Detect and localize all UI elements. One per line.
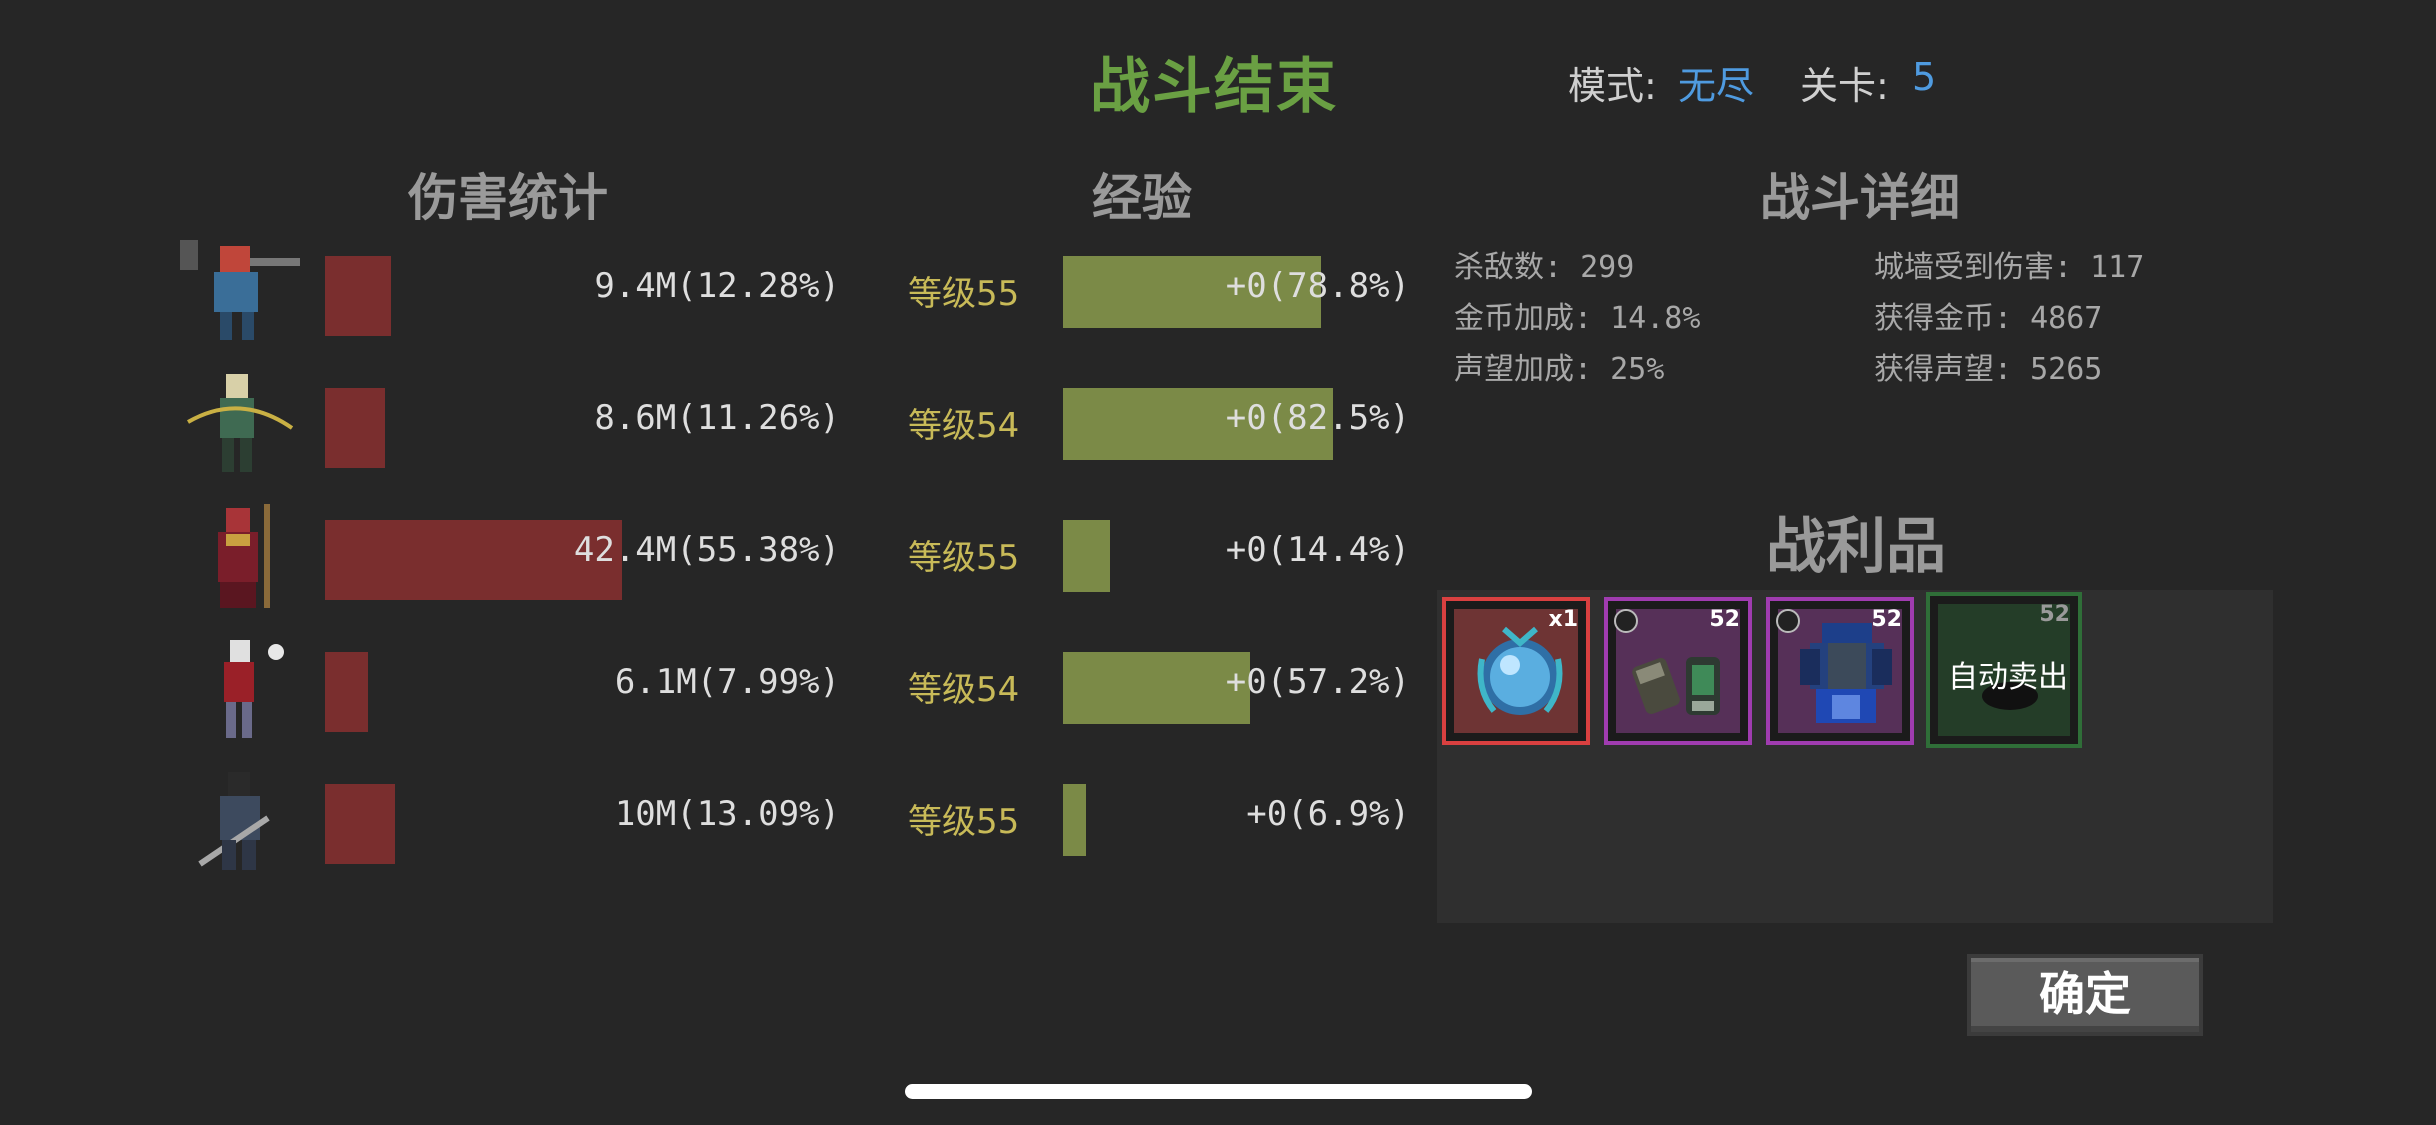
fame-bonus-stat: 声望加成: 25%	[1454, 352, 1665, 387]
xp-value: +0(78.8%)	[1225, 266, 1410, 306]
xp-value: +0(57.2%)	[1225, 662, 1410, 702]
xp-heading: 经验	[1092, 169, 1192, 227]
damage-value: 8.6M(11.26%)	[594, 398, 840, 438]
hero-level: 等级55	[908, 802, 1020, 842]
gold-bonus-stat: 金币加成: 14.8%	[1454, 301, 1701, 336]
damage-value: 6.1M(7.99%)	[614, 662, 840, 702]
hero-level: 等级54	[908, 406, 1020, 446]
auto-sell-label: 自动卖出	[1948, 660, 2068, 695]
stage-label: 关卡:	[1800, 64, 1889, 108]
hero-level: 等级55	[908, 538, 1020, 578]
confirm-button[interactable]: 确定	[1967, 954, 2203, 1036]
xp-value: +0(14.4%)	[1225, 530, 1410, 570]
loot-slot-4[interactable]: 52 自动卖出	[1926, 592, 2082, 748]
mode-label: 模式:	[1568, 64, 1657, 108]
elf-archer-icon	[187, 374, 294, 472]
gold-gained-stat: 获得金币: 4867	[1874, 301, 2103, 336]
damage-bar	[325, 256, 391, 336]
loot-slot-1[interactable]: x1	[1442, 597, 1590, 745]
xp-bar	[1063, 520, 1110, 592]
vampire-icon	[224, 640, 284, 738]
loot-slot-3[interactable]: 52	[1766, 597, 1914, 745]
xp-value: +0(6.9%)	[1246, 794, 1410, 834]
loot-slot-3-count: 52	[1871, 607, 1902, 632]
wall-damage-stat: 城墙受到伤害: 117	[1874, 250, 2145, 285]
hero-row: 9.4M(12.28%) 等级55 +0(78.8%)	[0, 240, 1450, 344]
damage-stats-heading: 伤害统计	[408, 169, 608, 227]
home-indicator[interactable]	[905, 1084, 1532, 1099]
loot-slot-1-count: x1	[1548, 607, 1579, 632]
fame-gained-stat: 获得声望: 5265	[1874, 352, 2103, 387]
xp-bar	[1063, 784, 1086, 856]
loot-slot-2-count: 52	[1709, 607, 1740, 632]
damage-bar	[325, 388, 385, 468]
hero-row: 8.6M(11.26%) 等级54 +0(82.5%)	[0, 374, 1450, 476]
mode-value: 无尽	[1678, 64, 1755, 108]
page-title: 战斗结束	[1090, 52, 1338, 122]
hero-level: 等级55	[908, 274, 1020, 314]
stage-value: 5	[1912, 55, 1937, 99]
hero-row: 42.4M(55.38%) 等级55 +0(14.4%)	[0, 504, 1450, 608]
blue-armor-icon	[1800, 623, 1892, 723]
swordsman-icon	[198, 772, 270, 870]
gunner-dwarf-icon	[180, 240, 300, 340]
damage-bar	[325, 784, 395, 864]
mage-staff-icon	[218, 504, 270, 608]
damage-value: 9.4M(12.28%)	[594, 266, 840, 306]
hero-level: 等级54	[908, 670, 1020, 710]
battle-details-heading: 战斗详细	[1760, 169, 1960, 227]
xp-value: +0(82.5%)	[1225, 398, 1410, 438]
damage-value: 42.4M(55.38%)	[573, 530, 840, 570]
loot-slot-2[interactable]: 52	[1604, 597, 1752, 745]
damage-value: 10M(13.09%)	[614, 794, 840, 834]
damage-bar	[325, 652, 368, 732]
xp-bar	[1063, 652, 1250, 724]
loot-heading: 战利品	[1766, 512, 1946, 582]
hero-row: 6.1M(7.99%) 等级54 +0(57.2%)	[0, 640, 1450, 740]
gauntlets-icon	[1632, 657, 1720, 715]
blue-orb-icon	[1477, 626, 1563, 715]
unselected-circle-icon	[1614, 609, 1638, 633]
loot-slot-4-count: 52	[2039, 602, 2070, 627]
kills-stat: 杀敌数: 299	[1454, 250, 1635, 285]
hero-row: 10M(13.09%) 等级55 +0(6.9%)	[0, 772, 1450, 872]
